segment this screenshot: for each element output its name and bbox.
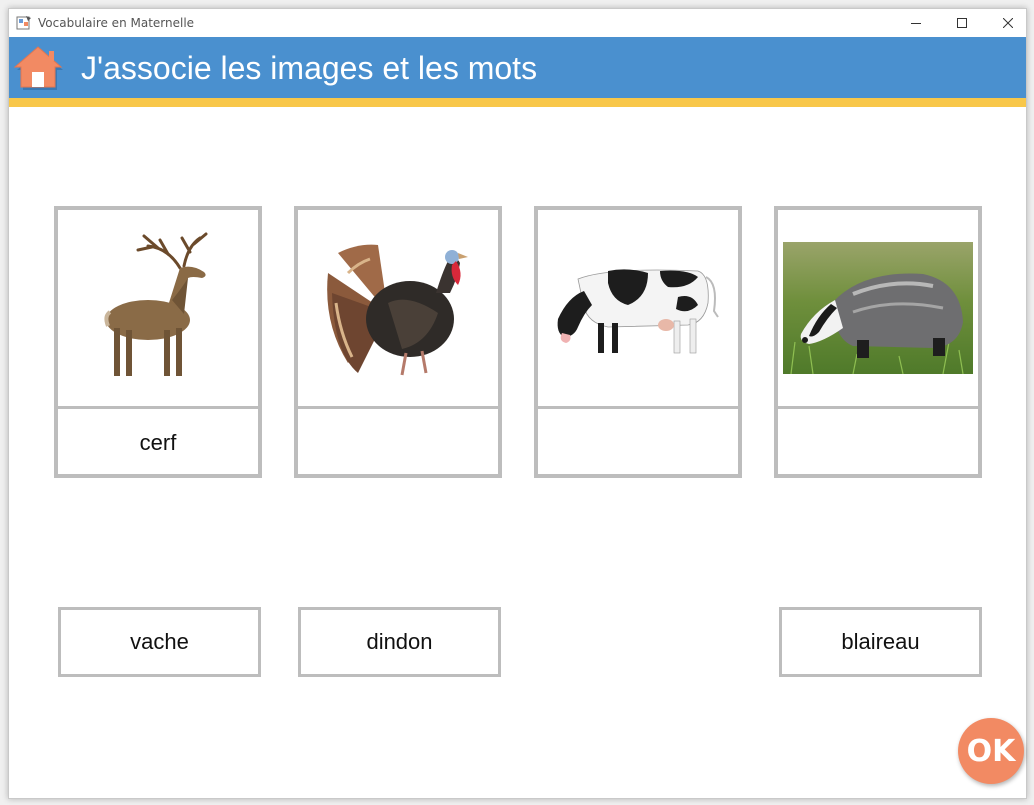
image-card-deer: cerf (54, 206, 262, 478)
header-stripe (9, 98, 1026, 107)
cow-image (538, 210, 738, 409)
home-icon (13, 46, 63, 90)
maximize-button[interactable] (939, 9, 985, 37)
card-label-slot[interactable] (298, 412, 498, 474)
card-label-slot[interactable] (538, 412, 738, 474)
close-button[interactable] (985, 9, 1031, 37)
image-card-cow (534, 206, 742, 478)
badger-image (778, 210, 978, 409)
page-title: J'associe les images et les mots (81, 50, 538, 86)
card-label-slot[interactable]: cerf (58, 412, 258, 474)
word-tile-dindon[interactable]: dindon (298, 607, 501, 677)
deer-image (58, 210, 258, 409)
title-bar: Vocabulaire en Maternelle (9, 9, 1026, 37)
minimize-button[interactable] (893, 9, 939, 37)
home-button[interactable] (13, 45, 67, 91)
header-bar: J'associe les images et les mots (9, 37, 1026, 98)
word-tile-blaireau[interactable]: blaireau (779, 607, 982, 677)
app-icon (16, 16, 31, 30)
ok-button[interactable]: OK (958, 718, 1024, 784)
maximize-icon (957, 18, 967, 28)
card-label-slot[interactable] (778, 412, 978, 474)
image-card-turkey (294, 206, 502, 478)
image-card-badger (774, 206, 982, 478)
window-title: Vocabulaire en Maternelle (38, 16, 195, 30)
word-tile-vache[interactable]: vache (58, 607, 261, 677)
close-icon (1003, 18, 1013, 28)
turkey-image (298, 210, 498, 409)
minimize-icon (911, 23, 921, 24)
app-window: Vocabulaire en Maternelle J'associe les … (8, 8, 1027, 799)
